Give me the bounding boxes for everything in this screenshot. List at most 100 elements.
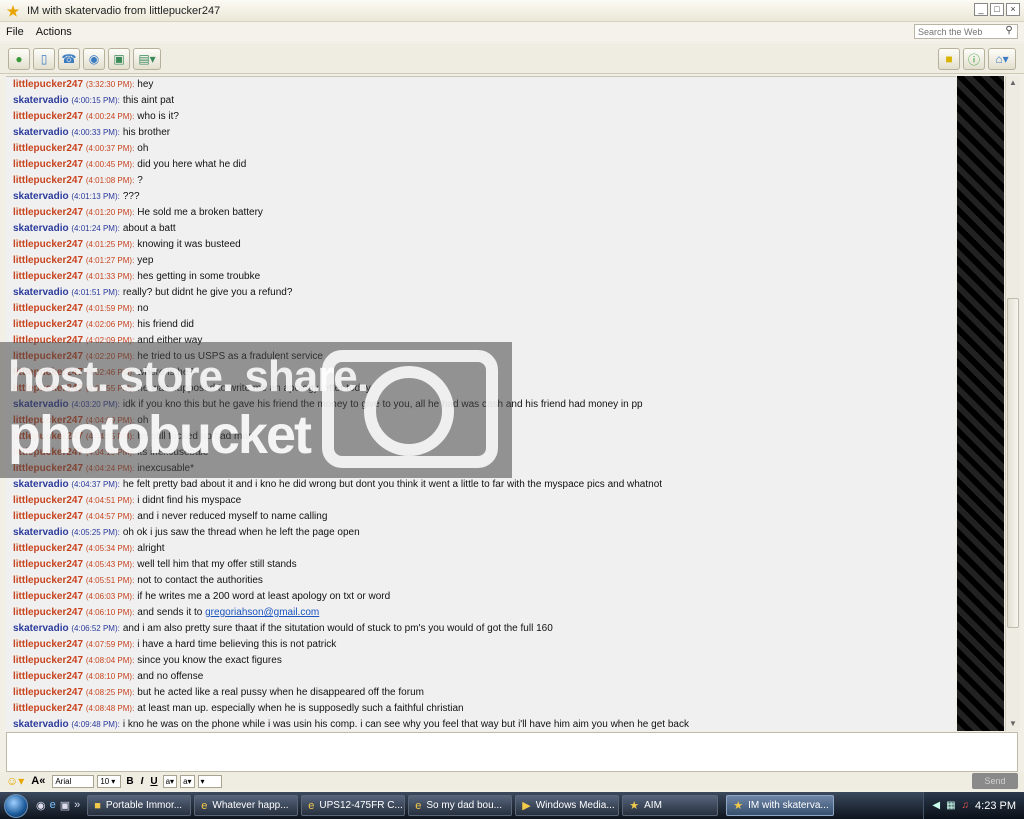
timestamp: (4:00:45 PM): (85, 160, 135, 169)
screen-name[interactable]: littlepucker247 (13, 271, 83, 282)
screen-name[interactable]: littlepucker247 (13, 575, 83, 586)
screen-name[interactable]: skatervadio (13, 527, 69, 538)
timestamp: (4:06:03 PM): (85, 592, 135, 601)
message-body: yep (137, 255, 154, 266)
screen-name[interactable]: littlepucker247 (13, 639, 83, 650)
taskbar-task[interactable]: ★ AIM (622, 795, 719, 816)
bold-button[interactable]: B (124, 776, 135, 787)
info-icon[interactable]: ⓘ (963, 48, 985, 70)
smiley-icon[interactable]: ☺▾ (6, 774, 24, 788)
phone-icon[interactable]: ☎ (58, 47, 80, 70)
image-icon[interactable]: ▣ (108, 47, 130, 70)
search-icon[interactable]: ⚲ (1001, 25, 1017, 38)
menu-bar: File Actions ⚲ (0, 22, 1024, 41)
message-text: this aint pat (123, 95, 174, 106)
message-body: his friend did (137, 319, 194, 330)
taskbar-task[interactable]: ★ IM with skaterva... (726, 795, 835, 816)
taskbar-task[interactable]: e So my dad bou... (408, 795, 513, 816)
video-icon[interactable]: ◉ (83, 47, 105, 70)
share-icon[interactable]: ▤▾ (133, 47, 161, 70)
screen-name[interactable]: littlepucker247 (13, 111, 83, 122)
minimize-button[interactable]: _ (974, 3, 988, 16)
message-row: skatervadio (4:00:15 PM): this aint pat (6, 93, 956, 109)
quicklaunch-desktop-icon[interactable]: ▣ (60, 799, 70, 812)
ie-icon: e (415, 799, 422, 812)
screen-name[interactable]: littlepucker247 (13, 143, 83, 154)
mobile-icon[interactable]: ▯ (33, 47, 55, 70)
font-style-icon[interactable]: A« (31, 775, 45, 787)
screen-name[interactable]: skatervadio (13, 287, 69, 298)
folder-icon: ■ (94, 799, 101, 812)
message-row: littlepucker247 (4:01:25 PM): knowing it … (6, 237, 956, 253)
close-button[interactable]: × (1006, 3, 1020, 16)
screen-name[interactable]: littlepucker247 (13, 495, 83, 506)
tray-network-icon[interactable]: ▦ (946, 800, 955, 811)
tray-expand-icon[interactable]: ◀ (932, 800, 940, 811)
font-size-select[interactable]: 10 ▾ (97, 774, 122, 788)
screen-name[interactable]: littlepucker247 (13, 255, 83, 266)
highlight-color-button[interactable]: a▾ (180, 774, 195, 788)
menu-file[interactable]: File (6, 26, 24, 38)
send-button[interactable]: Send (972, 773, 1018, 789)
taskbar-task[interactable]: ■ Portable Immor... (87, 795, 192, 816)
screen-name[interactable]: littlepucker247 (13, 543, 83, 554)
email-link[interactable]: gregoriahson@gmail.com (205, 607, 319, 618)
taskbar-task[interactable]: e UPS12-475FR C... (301, 795, 406, 816)
menu-actions[interactable]: Actions (36, 26, 72, 38)
screen-name[interactable]: littlepucker247 (13, 159, 83, 170)
start-button[interactable] (0, 792, 32, 819)
screen-name[interactable]: skatervadio (13, 127, 69, 138)
home-icon[interactable]: ⌂▾ (988, 48, 1016, 70)
message-body: alright (137, 543, 165, 554)
message-body: ? (137, 175, 143, 186)
quicklaunch-ie-icon[interactable]: e (50, 799, 56, 812)
screen-name[interactable]: littlepucker247 (13, 511, 83, 522)
screen-name[interactable]: littlepucker247 (13, 591, 83, 602)
timestamp: (4:07:59 PM): (85, 640, 135, 649)
quicklaunch-more-icon[interactable]: » (74, 799, 80, 812)
italic-button[interactable]: I (139, 776, 146, 787)
screen-name[interactable]: littlepucker247 (13, 687, 83, 698)
message-text: yep (137, 255, 153, 266)
scroll-down-icon[interactable]: ▼ (1006, 717, 1020, 731)
screen-name[interactable]: littlepucker247 (13, 175, 83, 186)
font-select[interactable]: Arial (52, 774, 95, 788)
timestamp: (4:00:24 PM): (85, 112, 135, 121)
taskbar-task[interactable]: e Whatever happ... (194, 795, 299, 816)
screen-name[interactable]: littlepucker247 (13, 655, 83, 666)
message-row: littlepucker247 (4:06:10 PM): and sends i… (6, 605, 956, 621)
screen-name[interactable]: littlepucker247 (13, 559, 83, 570)
message-body: ??? (122, 191, 140, 202)
underline-button[interactable]: U (148, 776, 159, 787)
screen-name[interactable]: skatervadio (13, 191, 69, 202)
text-color-button[interactable]: a▾ (162, 774, 178, 788)
timestamp: (4:05:25 PM): (71, 528, 120, 537)
screen-name[interactable]: skatervadio (13, 719, 69, 730)
background-color-button[interactable]: ▾ (197, 774, 222, 788)
screen-name[interactable]: littlepucker247 (13, 703, 83, 714)
scroll-thumb[interactable] (1007, 298, 1019, 628)
quicklaunch-browser-icon[interactable]: ◉ (36, 799, 46, 812)
maximize-button[interactable]: □ (990, 3, 1004, 16)
screen-name[interactable]: littlepucker247 (13, 319, 83, 330)
conversation-scrollbar[interactable]: ▲ ▼ (1005, 76, 1020, 731)
screen-name[interactable]: littlepucker247 (13, 239, 83, 250)
screen-name[interactable]: littlepucker247 (13, 303, 83, 314)
scroll-up-icon[interactable]: ▲ (1006, 76, 1020, 90)
screen-name[interactable]: skatervadio (13, 223, 69, 234)
screen-name[interactable]: skatervadio (13, 623, 69, 634)
screen-name[interactable]: littlepucker247 (13, 671, 83, 682)
folder-icon[interactable]: ■ (938, 48, 960, 70)
screen-name[interactable]: skatervadio (13, 95, 69, 106)
message-row: littlepucker247 (4:04:57 PM): and i never… (6, 509, 956, 525)
message-input[interactable] (6, 732, 1018, 772)
screen-name[interactable]: littlepucker247 (13, 607, 83, 618)
screen-name[interactable]: littlepucker247 (13, 79, 83, 90)
screen-name[interactable]: littlepucker247 (13, 207, 83, 218)
taskbar-task[interactable]: ▶ Windows Media... (515, 795, 620, 816)
screen-name[interactable]: skatervadio (13, 479, 69, 490)
search-input[interactable] (915, 26, 1001, 37)
buddy-info-icon[interactable]: ● (8, 47, 30, 70)
aim-icon: ★ (733, 800, 744, 812)
tray-volume-icon[interactable]: ♫ (962, 800, 970, 811)
